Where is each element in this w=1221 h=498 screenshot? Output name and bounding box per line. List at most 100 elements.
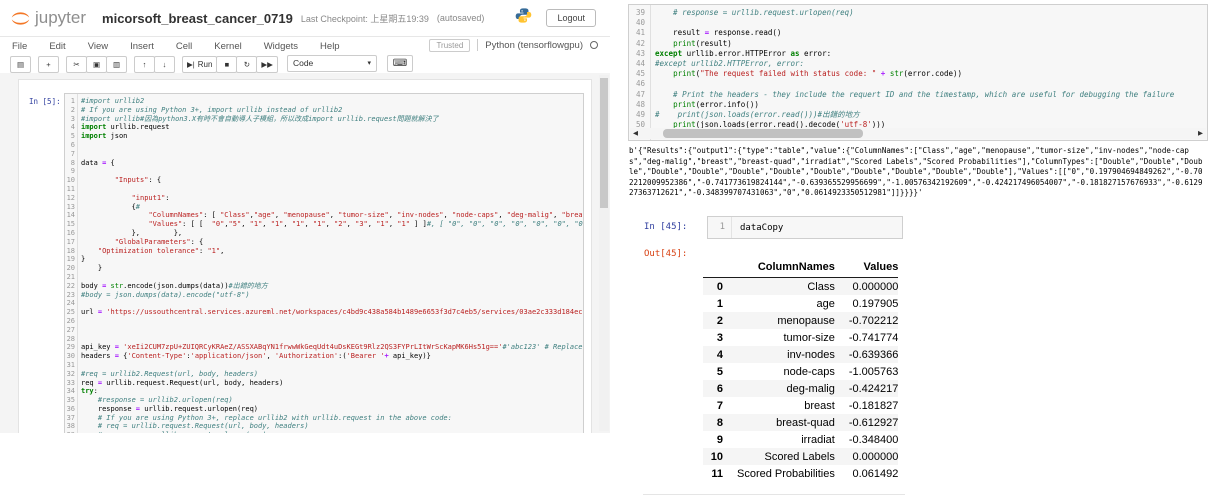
line-numbers: 39 40 41 42 43 44 45 46 47 48 49 50: [629, 5, 651, 140]
code-editor[interactable]: #import urllib2 # If you are using Python…: [78, 94, 583, 433]
menu-item-help[interactable]: Help: [320, 41, 340, 52]
code-line: #import urllib#因為python3.X有時不會自動導人子模組，所以…: [81, 114, 439, 123]
toolbar: ▤ + ✂ ▣ ▥ ↑ ↓ ▶| Run ■ ↻ ▶▶ Code ▾ ⌨: [0, 53, 610, 73]
code-line: "ColumnNames": [ "Class","age", "menopau…: [148, 211, 583, 220]
command-palette-button[interactable]: ⌨: [386, 54, 413, 72]
chevron-down-icon: ▾: [367, 60, 371, 67]
jupyter-logo-text: jupyter: [35, 8, 87, 27]
cell-output-text: b'{"Results":{"output1":{"type":"table",…: [629, 146, 1203, 198]
restart-kernel-button[interactable]: ↻: [236, 55, 258, 73]
column-name-cell: menopause: [777, 314, 835, 327]
menu-item-cell[interactable]: Cell: [176, 41, 192, 52]
value-cell: -0.612927: [848, 416, 899, 429]
scroll-left-icon[interactable]: ◀: [633, 128, 638, 139]
row-index: 11: [711, 467, 723, 480]
kernel-name: Python (tensorflowgpu): [485, 39, 583, 51]
code-line: body = str.encode(json.dumps(data))#出錯的地…: [81, 281, 268, 290]
table-row: 3 tumor-size -0.741774: [703, 329, 899, 346]
line-number: 1: [70, 97, 75, 105]
copy-cell-button[interactable]: ▣: [86, 55, 107, 73]
value-cell: -0.424217: [848, 382, 899, 395]
value-cell: -0.181827: [848, 399, 899, 412]
horizontal-scrollbar[interactable]: ◀ ▶: [630, 128, 1206, 139]
code-editor[interactable]: # response = urllib.request.urlopen(req)…: [651, 5, 1207, 140]
code-cell-input[interactable]: 39 40 41 42 43 44 45 46 47 48 49 50 # response = ur…: [628, 4, 1208, 141]
menu-item-kernel[interactable]: Kernel: [214, 41, 241, 52]
result-table: ColumnNames Values 0 Class 0.000000 1 age 0.19…: [703, 257, 899, 482]
row-index: 3: [716, 331, 723, 344]
screenshot-canvas: jupyter micorsoft_breast_cancer_0719 Las…: [0, 0, 1221, 498]
paste-cell-button[interactable]: ▥: [106, 55, 127, 73]
line-number: 30: [66, 352, 75, 361]
line-number: 24: [66, 299, 75, 308]
code-cell-input[interactable]: 1 dataCopy: [707, 216, 903, 239]
row-index: 9: [716, 433, 723, 446]
move-cell-up-button[interactable]: ↑: [134, 55, 155, 73]
table-row: 4 inv-nodes -0.639366: [703, 346, 899, 363]
code-line: #except urllib2.HTTPError, error:: [655, 59, 805, 69]
scrollbar-thumb[interactable]: [663, 129, 863, 138]
value-cell: -0.348400: [848, 433, 899, 446]
column-name-cell: Scored Labels: [764, 450, 835, 463]
line-number: 36: [66, 404, 75, 413]
vertical-scrollbar[interactable]: [599, 75, 609, 431]
code-line: except urllib.error.HTTPError as error:: [655, 48, 832, 58]
input-prompt: In [45]:: [644, 222, 688, 232]
menu-item-file[interactable]: File: [12, 41, 27, 52]
value-cell: 0.000000: [852, 280, 899, 293]
table-row: 9 irradiat -0.348400: [703, 431, 899, 448]
logout-button[interactable]: Logout: [546, 9, 596, 27]
cut-cell-button[interactable]: ✂: [66, 55, 87, 73]
interrupt-kernel-icon: ■: [224, 59, 230, 69]
menu-item-view[interactable]: View: [88, 41, 108, 52]
code-line: "input1":: [131, 193, 170, 202]
notebook-header: jupyter micorsoft_breast_cancer_0719 Las…: [0, 0, 610, 36]
code-line: response = urllib.request.urlopen(req): [81, 404, 259, 413]
code-line: import json: [81, 132, 128, 141]
cell-type-select[interactable]: Code ▾: [286, 54, 377, 72]
restart-run-all-icon: ▶▶: [261, 59, 273, 69]
column-name-cell: Scored Probabilities: [737, 467, 835, 480]
code-cell-input[interactable]: 1 2 3 4 5 6 7 8 9 10 11 12 13 14 15 16 17 18 19 20 21 22 23 24 2…: [64, 93, 584, 433]
line-number: 40: [635, 18, 645, 28]
menu-item-edit[interactable]: Edit: [49, 41, 65, 52]
restart-kernel-icon: ↻: [243, 59, 251, 69]
paste-cell-icon: ▥: [112, 59, 121, 69]
code-line: api_key = 'xeIi2CUM7zpU+ZUIQRCyKRAeZ/ASS…: [81, 343, 583, 352]
notebook-title[interactable]: micorsoft_breast_cancer_0719: [102, 11, 293, 26]
line-number: 43: [635, 48, 645, 58]
code-line: }, },: [81, 228, 183, 237]
interrupt-kernel-button[interactable]: ■: [216, 55, 238, 73]
scroll-right-icon[interactable]: ▶: [1198, 128, 1203, 139]
column-name-cell: age: [816, 297, 835, 310]
table-row: 11 Scored Probabilities 0.061492: [703, 465, 898, 482]
output-prompt: Out[45]:: [644, 249, 688, 259]
checkpoint-status: Last Checkpoint: 上星期五19:39: [300, 13, 429, 24]
code-line: "GlobalParameters": {: [114, 237, 204, 246]
restart-run-all-button[interactable]: ▶▶: [256, 55, 278, 73]
table-row: 5 node-caps -1.005763: [703, 363, 899, 380]
line-number: 48: [635, 99, 645, 109]
move-cell-down-button[interactable]: ↓: [154, 55, 175, 73]
run-cell-button[interactable]: ▶| Run: [182, 55, 218, 73]
insert-cell-below-button[interactable]: +: [38, 55, 59, 73]
notebook-container: In [5]: 1 2 3 4 5 6 7 8 9 10 11 12 13 14 15 16 17 18 19 20 2…: [18, 79, 592, 433]
line-number: 16: [66, 228, 75, 237]
menu-item-insert[interactable]: Insert: [130, 41, 154, 52]
line-number: 49: [635, 110, 645, 120]
line-number: 1: [708, 217, 732, 238]
code-line: #response = urllib2.urlopen(req): [81, 396, 233, 405]
save-button[interactable]: ▤: [10, 55, 31, 73]
row-index: 1: [716, 297, 723, 310]
menu-item-widgets[interactable]: Widgets: [264, 41, 298, 52]
code-line: "Values": [ [ "0","5", "1", "1", "1", "1…: [148, 220, 583, 229]
code-editor[interactable]: dataCopy: [732, 223, 783, 233]
code-line: }: [81, 255, 86, 264]
scrollbar-thumb[interactable]: [600, 78, 608, 208]
